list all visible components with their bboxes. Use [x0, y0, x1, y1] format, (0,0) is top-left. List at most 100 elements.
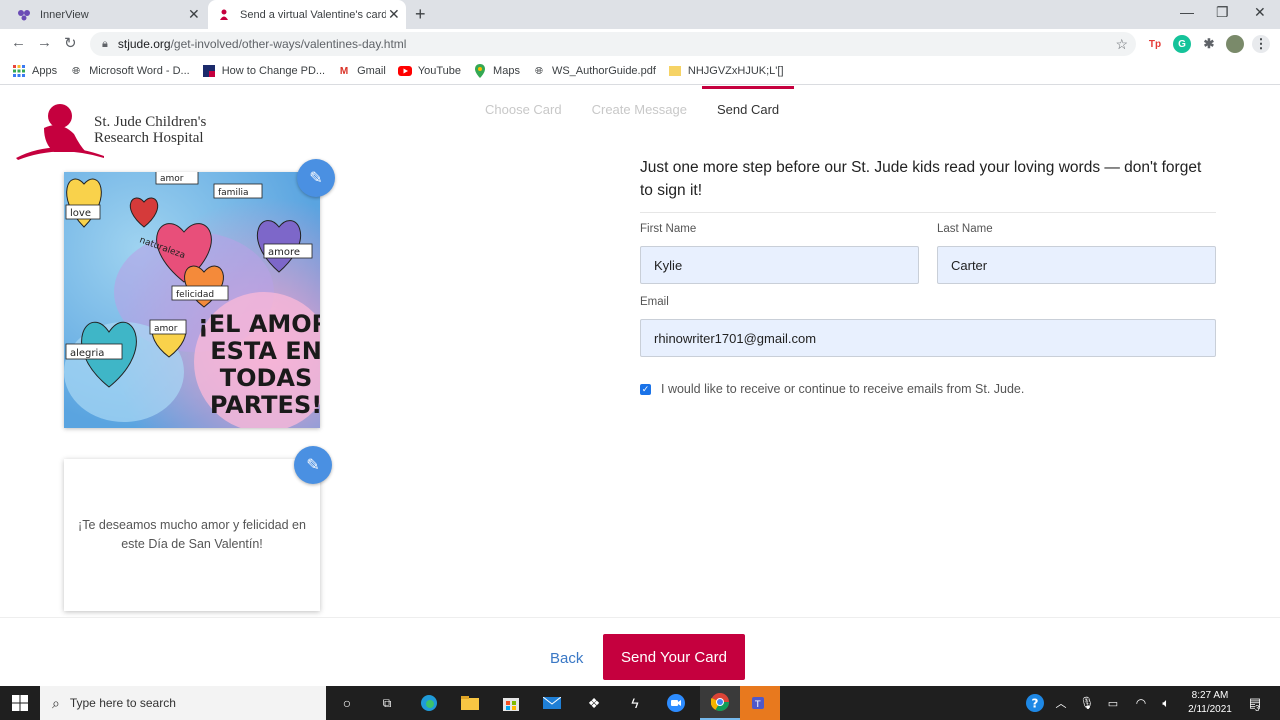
bookmark-item[interactable]: NHJGVZxHJUK;L'[]	[668, 64, 784, 78]
profile-avatar[interactable]	[1226, 35, 1244, 53]
bookmark-item[interactable]: Maps	[473, 64, 520, 78]
volume-icon[interactable]: 🔈︎	[1155, 692, 1177, 714]
close-tab-icon[interactable]: ✕	[188, 6, 200, 23]
address-bar[interactable]: 🔒︎ stjude.org/get-involved/other-ways/va…	[90, 32, 1136, 56]
zoom-icon[interactable]	[665, 692, 687, 714]
clock-date: 2/11/2021	[1188, 704, 1232, 715]
tab-innerview[interactable]: InnerView ✕	[8, 0, 206, 29]
chevron-up-icon[interactable]: ︿	[1050, 692, 1072, 714]
minimize-icon[interactable]: —	[1180, 4, 1194, 20]
battery-icon[interactable]: ▭	[1102, 692, 1124, 714]
wizard-steps: Choose Card Create Message Send Card	[470, 86, 795, 126]
extensions-puzzle-icon[interactable]: ✱	[1200, 35, 1218, 53]
new-tab-icon[interactable]: +	[415, 4, 426, 25]
bookmark-apps[interactable]: Apps	[12, 64, 57, 78]
system-clock[interactable]: 8:27 AM 2/11/2021	[1182, 689, 1238, 717]
wifi-icon[interactable]: ◠	[1130, 692, 1152, 714]
valentine-card-image: love amor familia naturaleza amore felic…	[64, 172, 320, 428]
youtube-icon	[397, 64, 412, 78]
lock-icon: 🔒︎	[102, 37, 108, 50]
last-name-field[interactable]: Carter	[937, 246, 1216, 284]
tab-st-jude[interactable]: Send a virtual Valentine's card to ✕	[208, 0, 406, 29]
pencil-icon: ✎	[306, 457, 320, 474]
dropbox-icon[interactable]: ❖	[583, 692, 605, 714]
email-optin-row: ✓ I would like to receive or continue to…	[640, 382, 1024, 396]
step-choose-card[interactable]: Choose Card	[470, 86, 577, 126]
logo-line-1: St. Jude Children's	[94, 114, 207, 130]
bookmark-item[interactable]: How to Change PD...	[202, 64, 325, 78]
windows-start-icon[interactable]	[9, 692, 31, 714]
chrome-taskbar-icon[interactable]	[700, 686, 740, 720]
tp-extension-icon[interactable]: Tp	[1146, 35, 1164, 53]
bookmark-item[interactable]: 🌐︎ Microsoft Word - D...	[69, 64, 190, 78]
url-path: /get-involved/other-ways/valentines-day.…	[170, 37, 407, 51]
notification-count-badge: 3	[1255, 704, 1260, 713]
chrome-menu-icon[interactable]: ⋮	[1252, 35, 1270, 53]
step-create-message[interactable]: Create Message	[577, 86, 702, 126]
email-field[interactable]: rhinowriter1701@gmail.com	[640, 319, 1216, 357]
st-jude-logo[interactable]: St. Jude Children's Research Hospital	[14, 98, 214, 160]
forward-arrow-icon[interactable]: →	[37, 34, 52, 51]
bookmark-label: How to Change PD...	[221, 65, 326, 77]
word-felicidad: felicidad	[176, 290, 214, 300]
optin-label: I would like to receive or continue to r…	[661, 382, 1025, 396]
globe-icon: 🌐︎	[534, 65, 543, 77]
task-view-icon[interactable]: ⧉	[376, 692, 398, 714]
form-heading: Just one more step before our St. Jude k…	[640, 156, 1216, 213]
clock-time: 8:27 AM	[1191, 690, 1229, 701]
reload-icon[interactable]: ↻	[64, 34, 77, 52]
help-icon[interactable]: ?	[1024, 692, 1046, 714]
word-familia: familia	[218, 188, 248, 198]
edit-message-button[interactable]: ✎	[294, 446, 332, 484]
headline-line-2: ESTA EN	[210, 337, 320, 365]
bookmark-label: Microsoft Word - D...	[89, 65, 190, 77]
bookmark-star-icon[interactable]: ☆	[1115, 36, 1128, 53]
step-send-card[interactable]: Send Card	[702, 86, 795, 126]
back-arrow-icon[interactable]: ←	[11, 34, 26, 51]
bookmark-label: YouTube	[417, 65, 462, 77]
first-name-field[interactable]: Kylie	[640, 246, 919, 284]
maps-pin-icon	[473, 64, 487, 78]
bookmark-label: Apps	[32, 65, 58, 77]
st-jude-favicon-icon	[216, 7, 232, 23]
send-card-button[interactable]: Send Your Card	[603, 634, 745, 680]
windows-taskbar: ⌕ Type here to search ○ ⧉ ❖ ϟ T ? ︿ 🎙︎ ▭…	[0, 686, 1280, 720]
watercolor-hearts-illustration: love amor familia naturaleza amore felic…	[64, 172, 320, 428]
cortana-icon[interactable]: ○	[336, 692, 358, 714]
file-explorer-icon[interactable]	[459, 692, 481, 714]
word-amore: amore	[268, 247, 300, 258]
page-content: St. Jude Children's Research Hospital Ch…	[0, 86, 1280, 686]
last-name-label: Last Name	[937, 223, 993, 235]
bookmark-item[interactable]: M Gmail	[337, 64, 386, 78]
store-icon[interactable]	[500, 692, 522, 714]
mail-icon[interactable]	[541, 692, 563, 714]
close-tab-icon[interactable]: ✕	[388, 6, 400, 23]
optin-checkbox[interactable]: ✓	[640, 383, 651, 395]
bookmarks-bar: Apps 🌐︎ Microsoft Word - D... How to Cha…	[0, 58, 1280, 85]
browser-toolbar: ← → ↻ 🔒︎ stjude.org/get-involved/other-w…	[0, 29, 1280, 58]
maximize-icon[interactable]: ❐	[1216, 4, 1229, 21]
taskbar-search-box[interactable]: ⌕ Type here to search	[40, 686, 326, 720]
bookmark-item[interactable]: 🌐︎ WS_AuthorGuide.pdf	[532, 64, 656, 78]
tab-title: Send a virtual Valentine's card to	[240, 8, 386, 21]
close-window-icon[interactable]: ✕	[1254, 4, 1266, 21]
grammarly-extension-icon[interactable]: G	[1173, 35, 1191, 53]
svg-text:T: T	[754, 700, 761, 710]
email-label: Email	[640, 296, 669, 308]
teams-icon[interactable]: T	[740, 686, 780, 720]
edge-icon[interactable]	[418, 692, 440, 714]
bolt-app-icon[interactable]: ϟ	[624, 692, 646, 714]
flag-icon	[202, 64, 216, 78]
word-love: love	[70, 208, 91, 219]
edit-card-button[interactable]: ✎	[297, 159, 335, 197]
back-button[interactable]: Back	[550, 650, 583, 667]
word-alegria: alegria	[70, 348, 104, 359]
signature-form: Just one more step before our St. Jude k…	[640, 156, 1216, 396]
microphone-icon[interactable]: 🎙︎	[1076, 692, 1098, 714]
bookmark-item[interactable]: YouTube	[397, 64, 462, 78]
bookmark-folder-icon	[668, 64, 682, 78]
headline-line-4: PARTES!	[210, 391, 320, 419]
url-host: stjude.org	[117, 37, 171, 51]
message-preview: ¡Te deseamos mucho amor y felicidad en e…	[64, 459, 320, 611]
gmail-icon: M	[339, 65, 349, 77]
